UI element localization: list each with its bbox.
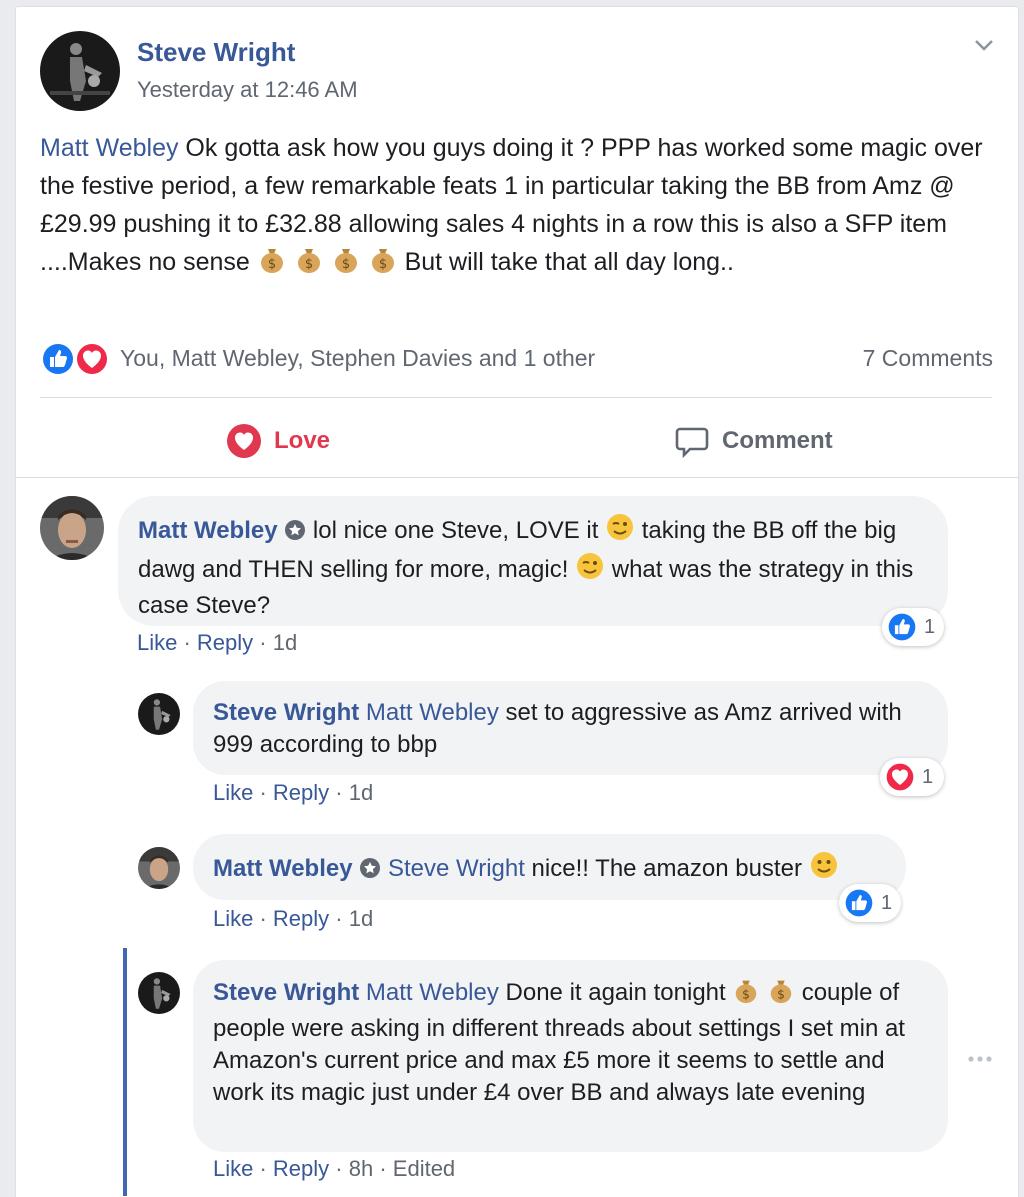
comment-mention[interactable]: Steve Wright (388, 855, 525, 882)
like-reaction-icon (843, 887, 875, 919)
post-body: Matt Webley Ok gotta ask how you guys do… (40, 129, 1000, 285)
svg-text:$: $ (268, 257, 276, 272)
reply-link[interactable]: Reply (273, 780, 329, 805)
divider (40, 397, 992, 398)
comment-actions: Like · Reply · 8h · Edited (213, 1156, 456, 1181)
section-divider (16, 477, 1018, 478)
money-bag-emoji: $ (331, 244, 361, 285)
svg-text:$: $ (743, 987, 751, 1001)
reply-link[interactable]: Reply (197, 630, 253, 655)
love-reaction-icon[interactable] (74, 341, 110, 377)
reply-bubble: Steve Wright Matt Webley set to aggressi… (193, 681, 948, 775)
comment-age[interactable]: 1d (273, 630, 297, 655)
svg-text:$: $ (379, 257, 387, 272)
reply-bubble: Steve Wright Matt Webley Done it again t… (193, 960, 948, 1152)
reply-bubble: Matt Webley Steve Wright nice!! The amaz… (193, 834, 906, 900)
reaction-count: 1 (881, 891, 893, 914)
heart-icon (226, 423, 262, 459)
svg-text:$: $ (777, 987, 785, 1001)
post-mention[interactable]: Matt Webley (40, 134, 178, 162)
commenter-avatar[interactable] (138, 972, 180, 1014)
love-reaction-icon (884, 761, 916, 793)
comment-age[interactable]: 1d (349, 780, 373, 805)
comment-button[interactable]: Comment (674, 421, 833, 461)
post-text-part: But will take that all day long.. (397, 248, 734, 276)
svg-text:$: $ (342, 257, 350, 272)
commenter-avatar[interactable] (138, 693, 180, 735)
author-avatar[interactable] (40, 31, 120, 111)
commenter-avatar[interactable] (138, 847, 180, 889)
commenter-avatar[interactable] (40, 496, 104, 560)
like-link[interactable]: Like (213, 1156, 253, 1181)
love-button-label: Love (274, 427, 331, 454)
comment-text: nice!! The amazon buster (524, 855, 809, 882)
comment-age[interactable]: 8h (349, 1156, 373, 1181)
like-reaction-icon[interactable] (40, 341, 76, 377)
reply-link[interactable]: Reply (273, 1156, 329, 1181)
comment-author[interactable]: Steve Wright (213, 699, 359, 726)
money-bag-emoji: $ (368, 244, 398, 285)
comment-reactions[interactable]: 1 (882, 608, 944, 646)
comment-mention[interactable]: Matt Webley (366, 979, 499, 1006)
shield-badge-icon[interactable] (359, 856, 381, 889)
money-bag-emoji: $ (767, 976, 795, 1013)
comment-author[interactable]: Matt Webley (213, 855, 353, 882)
love-button[interactable]: Love (226, 421, 330, 461)
comment-author[interactable]: Matt Webley (138, 517, 278, 544)
more-options-icon[interactable] (966, 1052, 994, 1064)
comment-mention[interactable]: Matt Webley (366, 699, 499, 726)
money-bag-emoji: $ (732, 976, 760, 1013)
reaction-count: 1 (924, 615, 936, 638)
edited-label[interactable]: Edited (393, 1156, 455, 1181)
comment-text-part: lol nice one Steve, LOVE it (306, 517, 606, 544)
shield-badge-icon[interactable] (284, 518, 306, 551)
highlight-thread-line (123, 948, 127, 1196)
like-link[interactable]: Like (137, 630, 177, 655)
post-author-name[interactable]: Steve Wright (137, 37, 295, 68)
comment-reactions[interactable]: 1 (839, 884, 901, 922)
comment-reactions[interactable]: 1 (880, 758, 944, 796)
like-reaction-icon (886, 611, 918, 643)
reactions-summary[interactable]: You, Matt Webley, Stephen Davies and 1 o… (120, 345, 595, 372)
comment-author[interactable]: Steve Wright (213, 979, 359, 1006)
wink-emoji (575, 551, 605, 590)
comments-count[interactable]: 7 Comments (863, 345, 993, 372)
money-bag-emoji: $ (294, 244, 324, 285)
comment-button-label: Comment (722, 427, 833, 454)
svg-text:$: $ (305, 257, 313, 272)
reply-link[interactable]: Reply (273, 906, 329, 931)
like-link[interactable]: Like (213, 906, 253, 931)
comment-actions: Like · Reply · 1d (137, 630, 298, 655)
comment-text-part: Done it again tonight (498, 979, 733, 1006)
like-link[interactable]: Like (213, 780, 253, 805)
comment-bubble: Matt Webley lol nice one Steve, LOVE it … (118, 496, 948, 626)
wink-emoji (605, 512, 635, 551)
comment-actions: Like · Reply · 1d (213, 780, 374, 805)
comment-actions: Like · Reply · 1d (213, 906, 374, 931)
chevron-down-icon[interactable] (973, 37, 995, 53)
money-bag-emoji: $ (257, 244, 287, 285)
comment-icon (674, 423, 710, 459)
smile-emoji (809, 850, 839, 889)
reaction-count: 1 (922, 765, 934, 788)
comment-age[interactable]: 1d (349, 906, 373, 931)
post-timestamp[interactable]: Yesterday at 12:46 AM (137, 77, 358, 103)
